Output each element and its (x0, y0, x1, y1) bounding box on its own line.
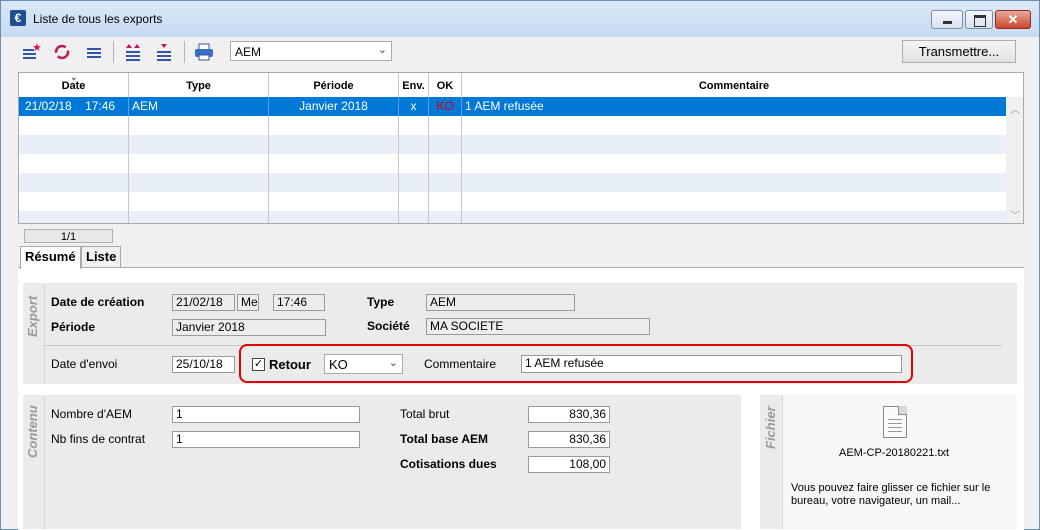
cell-env: x (399, 97, 429, 116)
column-divider (268, 116, 269, 223)
window-title: Liste de tous les exports (33, 12, 163, 26)
cell-commentaire: 1 AEM refusée (465, 99, 544, 113)
table-row-empty[interactable] (19, 211, 1006, 223)
title-bar[interactable]: € Liste de tous les exports ✕ (1, 1, 1039, 37)
fichier-section-label: Fichier (763, 406, 778, 449)
column-divider (428, 116, 429, 223)
column-header-date[interactable]: ⌄ Date (19, 73, 129, 97)
column-divider (128, 116, 129, 223)
tab-liste[interactable]: Liste (81, 246, 122, 267)
periode-field: Janvier 2018 (172, 319, 326, 336)
date-creation-label: Date de création (51, 295, 145, 309)
minimize-icon (943, 21, 952, 24)
nb-aem-label: Nombre d'AEM (51, 407, 132, 421)
exports-table: ⌄ Date Type Période Env. OK Commentaire … (18, 72, 1024, 224)
column-header-env[interactable]: Env. (399, 73, 429, 97)
new-favorite-icon[interactable]: ★ (20, 41, 42, 63)
toolbar-separator (113, 41, 114, 63)
export-list-window: € Liste de tous les exports ✕ ★ AEM ⌄ Tr… (0, 0, 1040, 530)
transmit-button[interactable]: Transmettre... (902, 40, 1016, 63)
maximize-icon (974, 15, 986, 27)
table-row-empty[interactable] (19, 173, 1006, 192)
close-button[interactable]: ✕ (995, 10, 1031, 29)
societe-field: MA SOCIETE (426, 318, 650, 335)
total-brut-label: Total brut (400, 407, 450, 421)
nb-fins-field[interactable]: 1 (172, 431, 360, 448)
day-field: Me (237, 294, 259, 311)
toolbar-separator (184, 41, 185, 63)
move-down-icon[interactable] (153, 41, 175, 63)
cell-date-value: 21/02/18 (25, 99, 72, 113)
app-icon: € (10, 10, 26, 26)
retour-checkbox[interactable]: ✓ (252, 358, 265, 371)
commentaire-input[interactable]: 1 AEM refusée (521, 355, 902, 373)
close-icon: ✕ (1007, 12, 1019, 27)
cell-type: AEM (129, 97, 269, 116)
date-envoi-label: Date d'envoi (51, 357, 118, 371)
column-header-ok[interactable]: OK (429, 73, 462, 97)
type-field: AEM (426, 294, 575, 311)
table-row[interactable]: 21/02/18 17:46 AEM Janvier 2018 x KO 1 A… (19, 97, 1006, 116)
cotisations-label: Cotisations dues (400, 457, 497, 471)
column-divider (461, 116, 462, 223)
retour-select-value: KO (329, 357, 348, 372)
cotisations-field: 108,00 (528, 456, 610, 473)
text-file-icon[interactable] (883, 406, 907, 438)
export-type-value: AEM (235, 45, 262, 59)
table-row-empty[interactable] (19, 116, 1006, 135)
checkmark-icon: ✓ (253, 358, 264, 370)
scroll-up-icon[interactable]: ︿ (1010, 101, 1020, 116)
total-base-label: Total base AEM (400, 432, 489, 446)
column-header-commentaire[interactable]: Commentaire (462, 73, 1006, 97)
cell-time-value: 17:46 (85, 99, 116, 113)
export-section-label: Export (25, 295, 40, 337)
maximize-button[interactable] (965, 10, 993, 29)
total-base-field: 830,36 (528, 431, 610, 448)
retour-select[interactable]: KO ⌄ (324, 354, 403, 374)
drop-hint-text: Vous pouvez faire glisser ce fichier sur… (791, 482, 991, 507)
date-envoi-input[interactable]: 25/10/18 (172, 356, 235, 373)
table-row-empty[interactable] (19, 154, 1006, 173)
contenu-section-label: Contenu (25, 405, 40, 458)
move-up-icon[interactable] (122, 41, 144, 63)
column-divider (398, 116, 399, 223)
svg-text:★: ★ (32, 41, 42, 54)
nb-aem-field[interactable]: 1 (172, 406, 360, 423)
minimize-button[interactable] (931, 10, 963, 29)
cell-periode: Janvier 2018 (269, 97, 399, 116)
total-brut-field: 830,36 (528, 406, 610, 423)
nb-fins-label: Nb fins de contrat (51, 432, 146, 446)
table-vertical-scrollbar[interactable]: ︿ ﹀ (1006, 97, 1023, 223)
tab-resume[interactable]: Résumé (20, 246, 81, 269)
column-header-type[interactable]: Type (129, 73, 269, 97)
list-icon[interactable] (83, 41, 105, 63)
commentaire-label: Commentaire (424, 357, 497, 371)
societe-label: Société (367, 319, 410, 333)
file-name[interactable]: AEM-CP-20180221.txt (839, 447, 949, 459)
periode-label: Période (51, 320, 96, 334)
cell-date: 21/02/18 17:46 (19, 97, 129, 116)
page-indicator: 1/1 (24, 229, 113, 243)
retour-label: Retour (269, 357, 311, 372)
refresh-icon[interactable] (51, 41, 73, 63)
time-field: 17:46 (273, 294, 325, 311)
table-row-empty[interactable] (19, 135, 1006, 154)
export-type-select[interactable]: AEM ⌄ (230, 41, 392, 61)
type-label: Type (367, 295, 395, 309)
sort-indicator-icon: ⌄ (70, 72, 78, 82)
table-row-empty[interactable] (19, 192, 1006, 211)
cell-ok-status: KO (429, 97, 462, 116)
print-icon[interactable] (193, 41, 215, 63)
column-header-periode[interactable]: Période (269, 73, 399, 97)
chevron-down-icon: ⌄ (377, 44, 387, 56)
scroll-down-icon[interactable]: ﹀ (1010, 207, 1020, 222)
chevron-down-icon: ⌄ (388, 357, 398, 369)
date-creation-field: 21/02/18 (172, 294, 235, 311)
